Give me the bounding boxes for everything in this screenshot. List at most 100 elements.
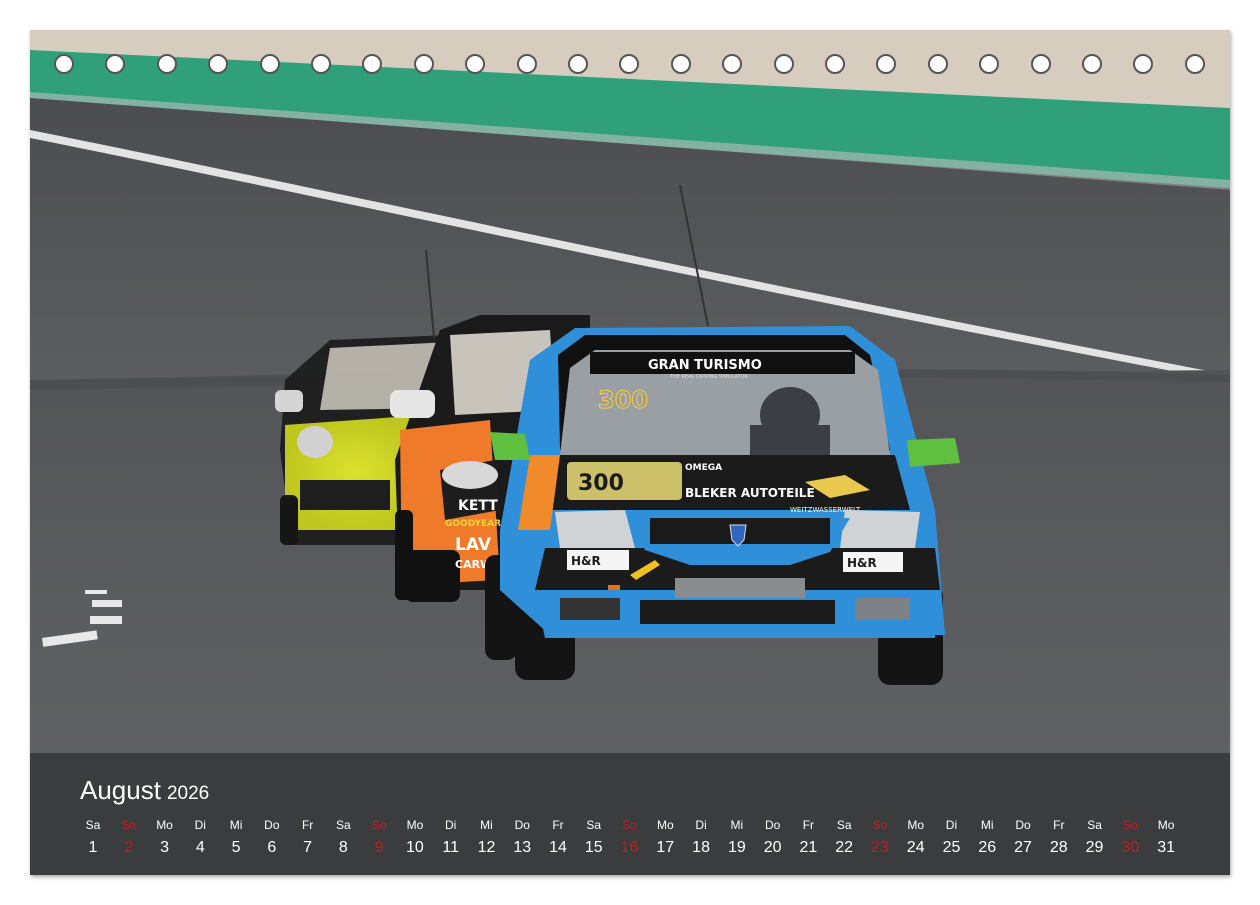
weekday-label: Mi xyxy=(229,818,243,832)
binding-hole xyxy=(979,54,1000,74)
day-number: 20 xyxy=(763,839,782,856)
day-number: 25 xyxy=(942,839,961,856)
blue-race-car-300: GRAN TURISMO THE REAL DRIVING SIMULATOR … xyxy=(485,326,960,685)
day-number: 2 xyxy=(124,839,134,856)
weekday-label: Fr xyxy=(802,818,815,832)
day-number: 6 xyxy=(267,839,277,856)
binding-hole xyxy=(1184,54,1205,74)
weekday-label: Mo xyxy=(406,818,424,832)
binding-hole xyxy=(208,54,229,74)
day-row: Sa 1 So 2 Mo 3 Di 4 Mi 5 Do 6 Fr 7 Sa 8 So 9 Mo 10 Di 11 Mi 12 D… xyxy=(30,753,1230,875)
day-number: 29 xyxy=(1085,839,1104,856)
weekday-label: Mo xyxy=(656,818,674,832)
weekday-label: So xyxy=(1122,818,1138,832)
weekday-label: Fr xyxy=(552,818,564,832)
weekday-label: Di xyxy=(194,818,206,832)
binding-hole xyxy=(1082,54,1102,74)
windshield-number: 300 xyxy=(598,386,648,414)
weekday-label: Mo xyxy=(907,818,925,832)
weekday-label: So xyxy=(872,818,888,832)
day-number: 18 xyxy=(692,839,710,856)
svg-text:GOODYEAR: GOODYEAR xyxy=(445,519,501,529)
day-number: 13 xyxy=(513,839,532,856)
race-photo: KETT GOODYEAR LAV CARWA GRAN TURISMO THE… xyxy=(30,30,1230,753)
day-number: 31 xyxy=(1157,839,1175,856)
weekday-label: Fr xyxy=(1053,818,1065,832)
day-number: 23 xyxy=(871,839,889,856)
weekday-label: Mi xyxy=(480,818,493,832)
weekday-label: Sa xyxy=(586,818,602,832)
binding-hole xyxy=(54,54,74,74)
day-number: 11 xyxy=(442,839,459,856)
calendar-page: KETT GOODYEAR LAV CARWA GRAN TURISMO THE… xyxy=(30,30,1230,875)
svg-text:BLEKER AUTOTEILE: BLEKER AUTOTEILE xyxy=(685,486,815,500)
binding-hole xyxy=(722,54,743,74)
weekday-label: Sa xyxy=(336,818,351,832)
weekday-label: Do xyxy=(1015,818,1031,832)
windshield-banner: GRAN TURISMO xyxy=(648,358,762,373)
day-number: 14 xyxy=(549,839,567,856)
binding-hole xyxy=(619,54,640,74)
day-number: 17 xyxy=(656,839,675,856)
binding-hole xyxy=(311,54,331,74)
binding-hole xyxy=(773,54,794,74)
day-number: 22 xyxy=(835,839,854,856)
weekday-label: Do xyxy=(514,818,530,832)
day-number: 8 xyxy=(338,839,348,856)
day-number: 30 xyxy=(1121,839,1140,856)
weekday-label: Mi xyxy=(980,818,994,832)
day-number: 7 xyxy=(303,839,313,856)
weekday-label: Di xyxy=(945,818,958,832)
svg-text:H&R: H&R xyxy=(571,554,601,568)
binding-hole xyxy=(413,54,434,74)
day-number: 10 xyxy=(406,839,424,856)
weekday-label: Do xyxy=(764,818,781,832)
day-number: 19 xyxy=(727,839,746,856)
day-number: 16 xyxy=(620,839,639,856)
svg-text:H&R: H&R xyxy=(847,556,877,570)
day-number: 5 xyxy=(231,839,241,856)
svg-text:OMEGA: OMEGA xyxy=(685,463,722,473)
svg-text:LAV: LAV xyxy=(455,535,492,555)
weekday-label: Sa xyxy=(85,818,101,832)
day-number: 26 xyxy=(978,839,997,856)
binding-hole xyxy=(1030,54,1051,74)
binding-hole xyxy=(568,54,588,74)
svg-text:THE REAL DRIVING SIMULATOR: THE REAL DRIVING SIMULATOR xyxy=(669,374,748,380)
binding-hole xyxy=(156,54,177,74)
day-number: 9 xyxy=(374,839,384,856)
calendar-strip: August 2026 Sa 1 So 2 Mo 3 Di 4 Mi 5 Do 6 Fr 7 Sa 8 So 9 Mo… xyxy=(30,753,1230,875)
day-number: 4 xyxy=(195,839,205,856)
day-number: 28 xyxy=(1049,839,1068,856)
day-number: 12 xyxy=(477,839,496,856)
orange-car-sponsor-kett: KETT xyxy=(458,498,498,514)
binding-holes xyxy=(30,54,1230,80)
weekday-label: Do xyxy=(264,818,280,832)
weekday-label: Sa xyxy=(1087,818,1102,832)
weekday-label: Mi xyxy=(730,818,744,832)
weekday-label: So xyxy=(622,818,637,832)
binding-hole xyxy=(876,54,897,74)
binding-hole xyxy=(927,54,948,74)
weekday-label: Fr xyxy=(301,818,314,832)
weekday-label: So xyxy=(371,818,387,832)
day-number: 1 xyxy=(88,839,98,856)
day-number: 21 xyxy=(799,839,818,856)
binding-hole xyxy=(362,54,383,74)
binding-hole xyxy=(465,54,486,74)
weekday-label: Sa xyxy=(836,818,852,832)
binding-hole xyxy=(670,54,691,74)
binding-hole xyxy=(825,54,845,74)
binding-hole xyxy=(259,54,280,74)
day-number: 3 xyxy=(160,839,169,856)
weekday-label: Mo xyxy=(156,818,173,832)
day-number: 24 xyxy=(906,839,925,856)
weekday-label: Di xyxy=(695,818,707,832)
binding-hole xyxy=(516,54,537,74)
weekday-label: Mo xyxy=(1157,818,1175,832)
binding-hole xyxy=(105,54,126,74)
weekday-label: So xyxy=(121,818,137,832)
day-number: 27 xyxy=(1014,839,1032,856)
day-number: 15 xyxy=(584,839,603,856)
weekday-label: Di xyxy=(445,818,457,832)
